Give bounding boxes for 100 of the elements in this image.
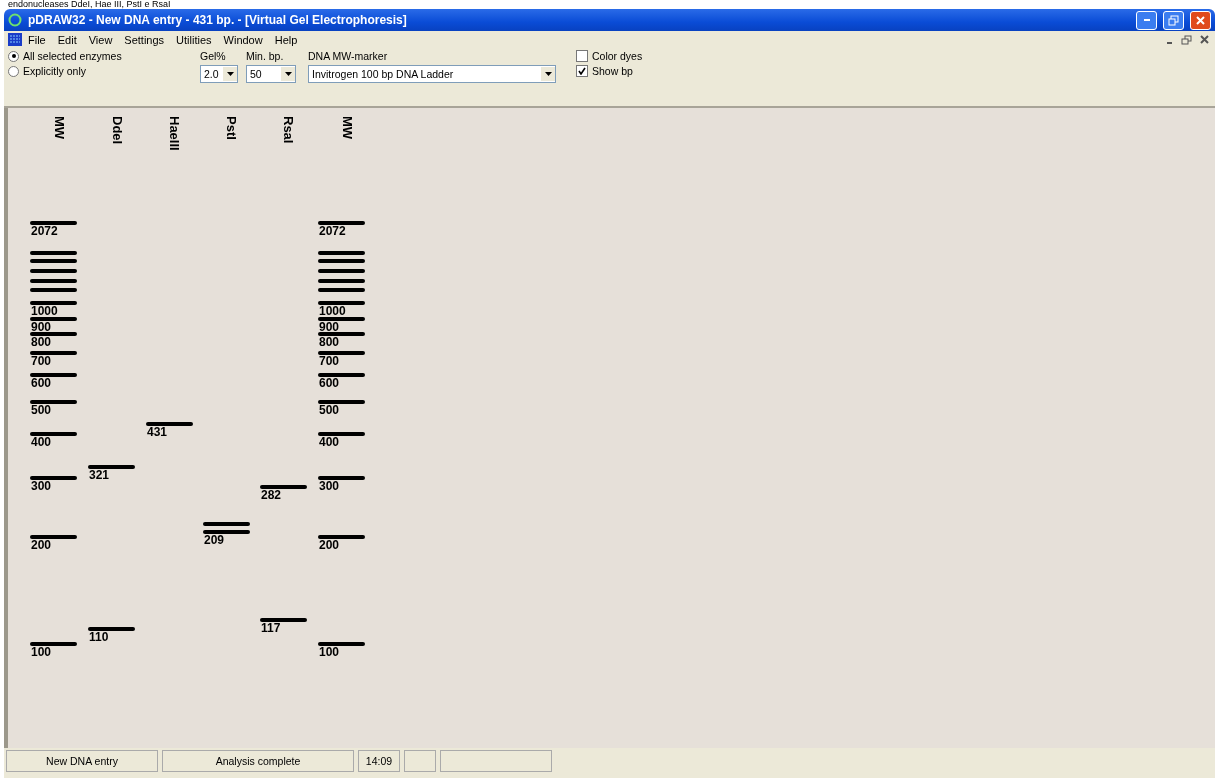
caption-text: endonucleases DdeI, Hae III, PstI e RsaI xyxy=(7,0,172,9)
dropdown[interactable]: Invitrogen 100 bp DNA Ladder xyxy=(308,65,556,83)
restore-icon xyxy=(1168,14,1179,26)
band-size-label: 1000 xyxy=(319,305,346,318)
band-size-label: 2072 xyxy=(319,225,346,238)
checkbox-option[interactable]: Color dyes xyxy=(576,50,643,62)
gel-band xyxy=(318,250,365,255)
restore-button[interactable] xyxy=(1163,10,1184,30)
menu-item[interactable]: Window xyxy=(217,33,269,46)
band-size-label: 200 xyxy=(31,539,52,552)
radio-option[interactable]: Explicitly only xyxy=(8,65,178,77)
band-size-label: 800 xyxy=(31,335,52,348)
close-button[interactable] xyxy=(1190,10,1211,30)
band-size-label: 400 xyxy=(319,436,340,449)
menu-item[interactable]: Utilities xyxy=(170,33,218,46)
gel-band xyxy=(30,258,77,263)
gel-band xyxy=(260,484,307,489)
band-size-label: 900 xyxy=(319,320,340,333)
status-field: Analysis complete xyxy=(162,750,354,772)
checkbox[interactable] xyxy=(576,50,588,62)
gel-band xyxy=(318,399,365,404)
field-label: Gel% xyxy=(200,50,227,62)
gel-band xyxy=(318,258,365,263)
status-field: 14:09 xyxy=(358,750,400,772)
gel-band xyxy=(30,316,77,321)
band-size-label: 117 xyxy=(261,622,281,634)
status-field: New DNA entry xyxy=(6,750,158,772)
menu-item[interactable]: Edit xyxy=(51,33,83,46)
check-icon xyxy=(578,67,586,75)
restore-icon[interactable] xyxy=(1181,34,1193,45)
band-size-label: 200 xyxy=(319,539,340,552)
gel-band xyxy=(260,618,307,622)
gel-band xyxy=(30,301,77,306)
menu-item[interactable]: Settings xyxy=(118,33,171,46)
gel-band xyxy=(318,278,365,283)
gel-band xyxy=(318,221,365,226)
checkbox-option[interactable]: Show bp xyxy=(576,65,643,77)
gel-band xyxy=(318,535,365,540)
gel-band xyxy=(30,432,77,437)
band-size-label: 700 xyxy=(319,355,340,368)
dropdown[interactable]: 2.0 xyxy=(200,65,238,83)
lane-title: RsaI xyxy=(284,116,296,144)
radio-circle[interactable] xyxy=(8,50,19,62)
dropdown[interactable]: 50 xyxy=(246,65,296,83)
band-size-label: 282 xyxy=(261,488,282,501)
caret-icon xyxy=(284,72,292,76)
gel-band xyxy=(318,475,365,480)
minimize-button[interactable] xyxy=(1136,10,1157,30)
gel-band xyxy=(318,316,365,321)
band-size-label: 209 xyxy=(204,533,225,546)
gel-band xyxy=(203,529,250,534)
band-size-label: 1000 xyxy=(31,305,58,318)
gel-band xyxy=(318,372,365,377)
gel-band xyxy=(30,475,77,480)
close-icon xyxy=(1195,14,1206,26)
gel-band xyxy=(30,351,77,356)
band-size-label: 110 xyxy=(89,630,109,643)
field-label: Min. bp. xyxy=(246,50,285,62)
band-size-label: 800 xyxy=(319,335,340,348)
app-grid-icon xyxy=(8,33,22,46)
lane-title: HaeIII xyxy=(170,116,182,151)
band-size-label: 100 xyxy=(31,645,52,658)
gel-band xyxy=(318,432,365,437)
menu-item[interactable]: File xyxy=(22,33,52,46)
gel-band xyxy=(30,372,77,377)
gel-band xyxy=(88,465,135,470)
band-size-label: 300 xyxy=(31,479,52,492)
band-size-label: 900 xyxy=(31,320,52,333)
radio-circle[interactable] xyxy=(8,65,19,77)
gel-band xyxy=(318,301,365,306)
gel-band xyxy=(318,331,365,336)
gel-band xyxy=(30,288,77,293)
field-label: DNA MW-marker xyxy=(308,50,389,62)
gel-band xyxy=(30,278,77,283)
band-size-label: 100 xyxy=(319,645,340,658)
minimize-icon xyxy=(1143,19,1150,21)
checkbox[interactable] xyxy=(576,65,588,77)
band-size-label: 2072 xyxy=(31,225,58,238)
caret-icon xyxy=(226,72,234,76)
caret-icon xyxy=(544,72,552,76)
gel-band xyxy=(30,641,77,646)
gel-band xyxy=(30,268,77,273)
band-size-label: 600 xyxy=(319,376,340,389)
gel-band xyxy=(318,288,365,293)
band-size-label: 500 xyxy=(31,403,52,416)
radio-option[interactable]: All selected enzymes xyxy=(8,50,178,62)
gel-band xyxy=(30,250,77,255)
lane-title: DdeI xyxy=(113,116,125,145)
lane-title: PstI xyxy=(227,116,239,140)
gel-band xyxy=(30,535,77,540)
gel-band xyxy=(30,399,77,404)
gel-band xyxy=(88,626,135,631)
band-size-label: 700 xyxy=(31,355,52,368)
close-icon[interactable] xyxy=(1199,34,1211,45)
menu-item[interactable]: View xyxy=(82,33,119,46)
band-size-label: 500 xyxy=(319,403,340,416)
gel-band xyxy=(30,221,77,226)
gel-band xyxy=(203,522,250,526)
menu-item[interactable]: Help xyxy=(268,33,304,46)
gel-band xyxy=(146,421,193,426)
